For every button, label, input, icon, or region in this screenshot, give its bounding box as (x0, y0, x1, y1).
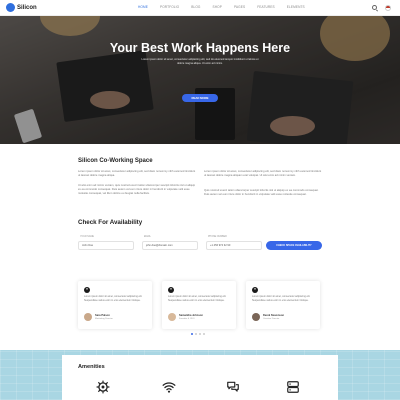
search-icon[interactable] (372, 5, 377, 10)
hero-banner (0, 16, 400, 144)
amenities-title: Amenities (78, 364, 105, 370)
name-field[interactable]: John Doe (78, 241, 134, 250)
testimonial-card: ❝ Lorem ipsum dolor sit amet, consectetu… (78, 281, 152, 329)
testimonial-name: Derek Stevenson (263, 314, 285, 317)
carousel-dots (191, 333, 205, 335)
server-icon (287, 381, 299, 393)
hero-text: Lorem ipsum dolor sit amet, consectetur … (141, 58, 259, 65)
testimonial-text: Lorem ipsum dolor sit amet, consectetur … (252, 295, 311, 302)
chat-icon (227, 381, 239, 392)
testimonial-text: Lorem ipsum dolor sit amet, consectetur … (168, 295, 227, 302)
avatar (168, 313, 176, 321)
testimonial-name: Samantha Johnson (179, 314, 203, 317)
testimonial-text: Lorem ipsum dolor sit amet, consectetur … (84, 295, 143, 302)
testimonial-role: Creative Director (263, 318, 280, 320)
testimonial-card: ❝ Lorem ipsum dolor sit amet, consectetu… (162, 281, 236, 329)
brand-name: Silicon (17, 4, 37, 11)
about-paragraph: Quis nostrud exerci tation ullamcorper s… (204, 189, 319, 197)
carousel-dot[interactable] (199, 333, 201, 335)
email-field[interactable]: john.doe@domain.com (142, 241, 198, 250)
name-label: YOUR NAME (80, 236, 94, 238)
nav-features[interactable]: FEATURES (257, 5, 275, 9)
nav-portfolio[interactable]: PORTFOLIO (160, 5, 179, 9)
nav-home[interactable]: HOME (138, 5, 148, 9)
nav-blog[interactable]: BLOG (191, 5, 200, 9)
phone-field[interactable]: +1 456 974 32 90 (206, 241, 262, 250)
logo-icon (6, 3, 15, 12)
check-availability-button[interactable]: CHECK SPACE AVAILABILITY (266, 241, 322, 250)
about-title: Silicon Co-Working Space (78, 158, 153, 164)
nav-elements[interactable]: ELEMENTS (287, 5, 305, 9)
about-paragraph: Lorem ipsum dolor sit amet, consectetur … (204, 170, 322, 178)
phone-label: PHONE NUMBER (208, 236, 227, 238)
hero-overlay (0, 16, 400, 144)
site-header: Silicon HOME PORTFOLIO BLOG SHOP PAGES F… (0, 0, 400, 16)
nav-pages[interactable]: PAGES (234, 5, 245, 9)
avatar (252, 313, 260, 321)
email-label: EMAIL (144, 236, 151, 238)
quote-icon: ❝ (252, 287, 258, 293)
testimonial-card: ❝ Lorem ipsum dolor sit amet, consectetu… (246, 281, 320, 329)
carousel-dot[interactable] (195, 333, 197, 335)
hero-title: Your Best Work Happens Here (109, 41, 291, 55)
about-paragraph: Lorem ipsum dolor sit amet, consectetur … (78, 170, 196, 178)
testimonial-name: Sara Palson (95, 314, 110, 317)
settings-icon (96, 380, 110, 394)
availability-title: Check For Availability (78, 219, 143, 226)
logo[interactable]: Silicon (6, 3, 37, 12)
main-nav: HOME PORTFOLIO BLOG SHOP PAGES FEATURES … (138, 5, 305, 9)
wifi-icon (162, 382, 176, 393)
flag-icon[interactable] (385, 5, 391, 11)
quote-icon: ❝ (168, 287, 174, 293)
carousel-dot[interactable] (191, 333, 193, 335)
quote-icon: ❝ (84, 287, 90, 293)
about-paragraph: Ut wisi enim ad minim veniam, quis nostr… (78, 184, 196, 196)
testimonial-role: Founder & CEO (179, 318, 195, 320)
avatar (84, 313, 92, 321)
read-more-button[interactable]: READ MORE (182, 94, 218, 102)
testimonial-role: Marketing Director (95, 318, 113, 320)
nav-shop[interactable]: SHOP (213, 5, 222, 9)
carousel-dot[interactable] (203, 333, 205, 335)
